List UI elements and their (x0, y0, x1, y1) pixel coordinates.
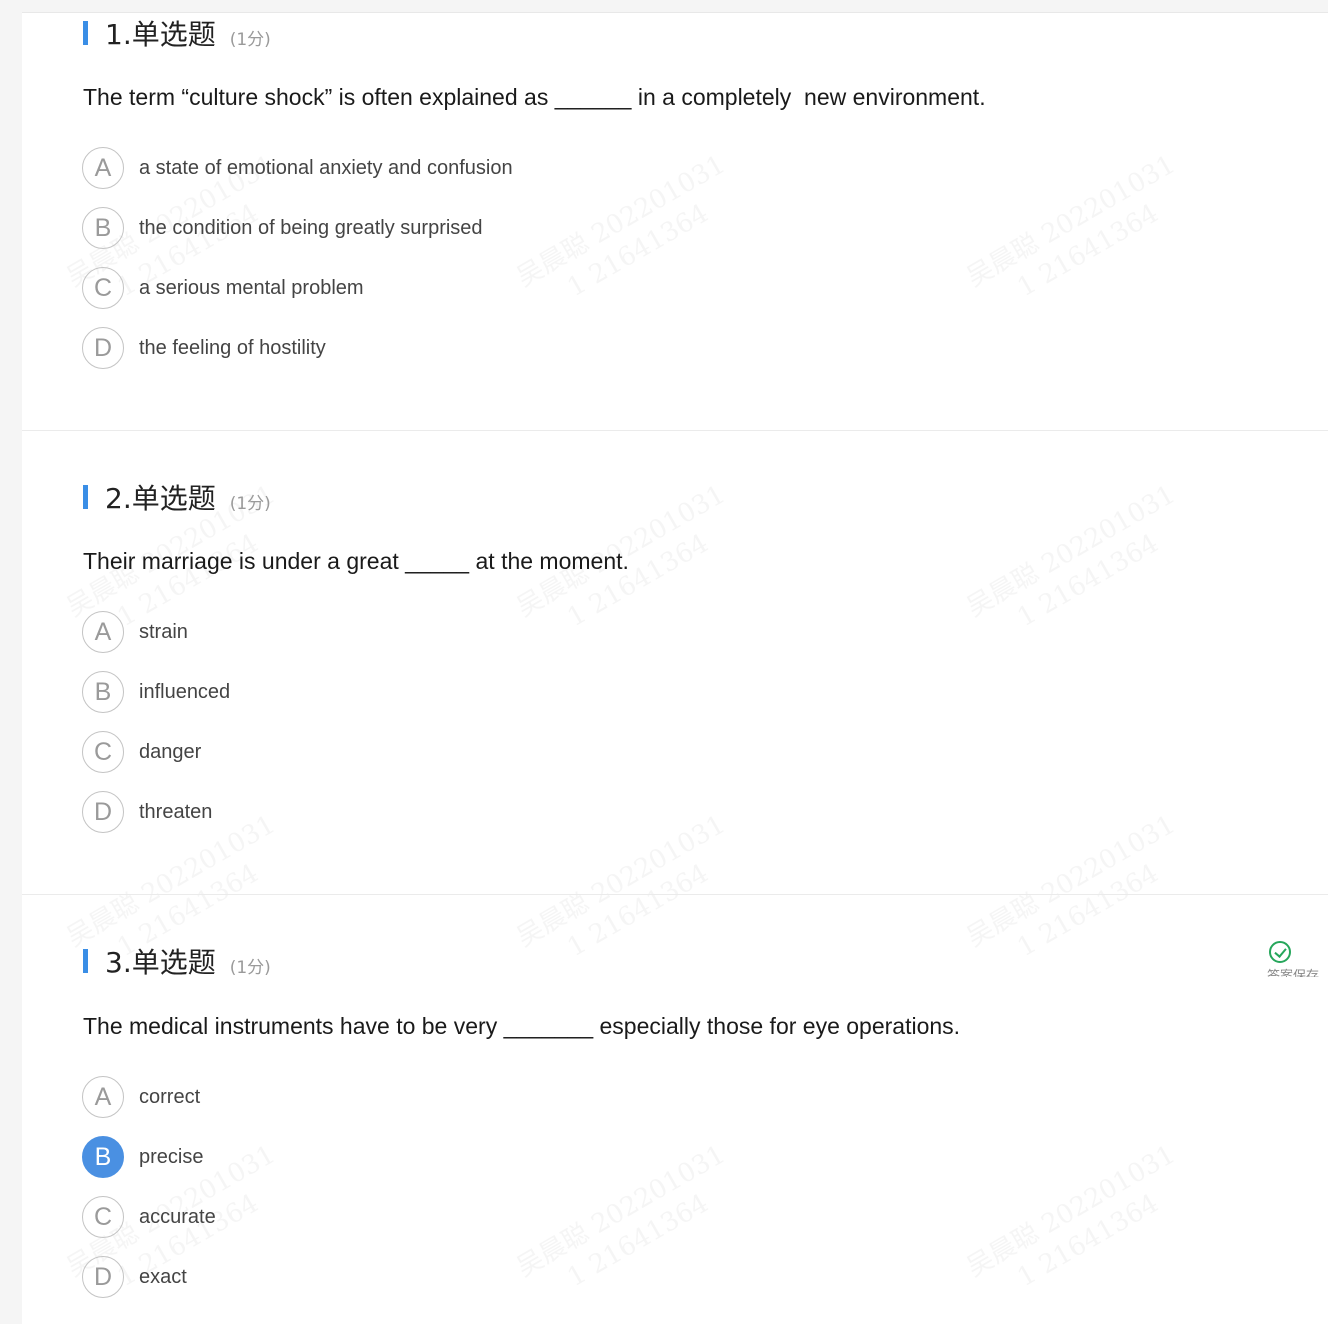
watermark: 吴晨聪 202201031 1 21641364 (961, 809, 1181, 964)
option-letter-circle[interactable]: A (82, 1076, 124, 1118)
question-stem: The medical instruments have to be very … (83, 1013, 961, 1039)
question-title: 2.单选题 (1分) (83, 482, 271, 515)
option-letter-circle[interactable]: D (82, 1256, 124, 1298)
option-b[interactable]: B influenced (82, 669, 230, 715)
option-c[interactable]: C a serious mental problem (82, 265, 364, 311)
option-text[interactable]: influenced (139, 681, 230, 704)
question-score: (1分) (229, 493, 271, 514)
option-text[interactable]: a serious mental problem (139, 277, 364, 300)
option-b[interactable]: B the condition of being greatly surpris… (82, 205, 483, 251)
check-circle-icon (1269, 941, 1291, 963)
title-accent-bar (83, 485, 88, 509)
option-c[interactable]: C danger (82, 729, 201, 775)
exam-page: 吴晨聪 202201031 1 21641364 吴晨聪 202201031 1 2… (22, 12, 1328, 1324)
watermark: 吴晨聪 202201031 1 21641364 (511, 809, 731, 964)
option-text[interactable]: precise (139, 1146, 203, 1169)
answer-status-label: 答案保存 (1267, 969, 1320, 977)
option-text[interactable]: danger (139, 741, 201, 764)
option-text[interactable]: threaten (139, 801, 212, 824)
option-letter-circle-selected[interactable]: B (82, 1136, 124, 1178)
option-letter-circle[interactable]: C (82, 267, 124, 309)
option-text[interactable]: the feeling of hostility (139, 337, 326, 360)
option-letter-circle[interactable]: B (82, 207, 124, 249)
option-letter-circle[interactable]: C (82, 1196, 124, 1238)
question-number-type: 3.单选题 (105, 946, 216, 979)
option-letter-circle[interactable]: B (82, 671, 124, 713)
question-divider (22, 894, 1328, 895)
option-a[interactable]: A correct (82, 1074, 200, 1120)
option-a[interactable]: A a state of emotional anxiety and confu… (82, 145, 513, 191)
option-letter-circle[interactable]: D (82, 327, 124, 369)
option-text[interactable]: accurate (139, 1206, 216, 1229)
top-divider (22, 12, 1328, 13)
question-number-type: 1.单选题 (105, 18, 216, 51)
question-number-type: 2.单选题 (105, 482, 216, 515)
option-b[interactable]: B precise (82, 1134, 203, 1180)
option-letter-circle[interactable]: D (82, 791, 124, 833)
question-score: (1分) (229, 29, 271, 50)
title-accent-bar (83, 21, 88, 45)
option-d[interactable]: D exact (82, 1254, 187, 1300)
watermark: 吴晨聪 202201031 1 21641364 (961, 149, 1181, 304)
option-text[interactable]: exact (139, 1266, 187, 1289)
title-accent-bar (83, 949, 88, 973)
option-d[interactable]: D the feeling of hostility (82, 325, 326, 371)
watermark: 吴晨聪 202201031 1 21641364 (961, 1139, 1181, 1294)
option-a[interactable]: A strain (82, 609, 188, 655)
question-divider (22, 430, 1328, 431)
option-d[interactable]: D threaten (82, 789, 212, 835)
option-text[interactable]: strain (139, 621, 188, 644)
question-score: (1分) (229, 957, 271, 978)
question-stem: Their marriage is under a great _____ at… (83, 548, 629, 574)
watermark: 吴晨聪 202201031 1 21641364 (511, 149, 731, 304)
option-text[interactable]: correct (139, 1086, 200, 1109)
question-stem: The term “culture shock” is often explai… (83, 84, 986, 110)
option-letter-circle[interactable]: A (82, 611, 124, 653)
watermark: 吴晨聪 202201031 1 21641364 (961, 479, 1181, 634)
option-c[interactable]: C accurate (82, 1194, 216, 1240)
question-title: 3.单选题 (1分) (83, 946, 271, 979)
question-title: 1.单选题 (1分) (83, 18, 271, 51)
watermark: 吴晨聪 202201031 1 21641364 (511, 1139, 731, 1294)
option-letter-circle[interactable]: A (82, 147, 124, 189)
option-text[interactable]: the condition of being greatly surprised (139, 217, 483, 240)
answer-saved-indicator: 答案保存 (1267, 941, 1328, 977)
option-text[interactable]: a state of emotional anxiety and confusi… (139, 157, 513, 180)
option-letter-circle[interactable]: C (82, 731, 124, 773)
